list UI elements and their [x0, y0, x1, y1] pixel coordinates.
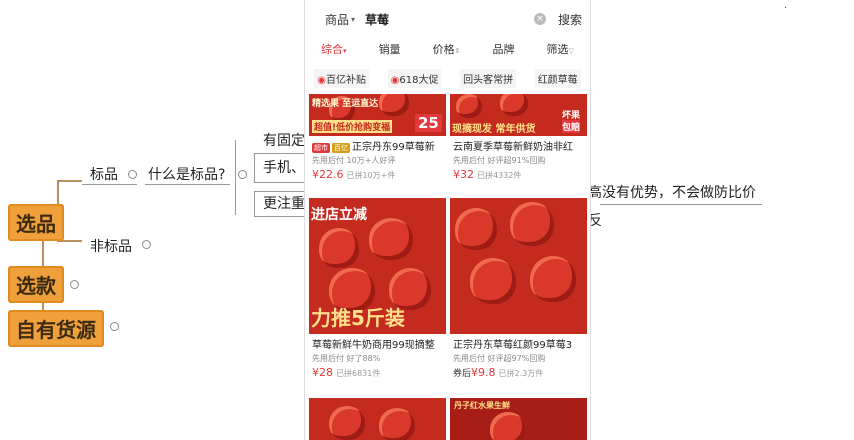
corner-mark: . — [784, 0, 788, 11]
product-meta: 先用后付 好评超91%回购 — [453, 156, 546, 165]
sub-node-3[interactable]: 更注重 — [254, 191, 310, 217]
sold-count: 已拼6831件 — [336, 369, 381, 378]
banner-text: 超值!低价抢购变福 — [312, 120, 393, 133]
product-price: 券后¥9.8 已拼2.3万件 — [453, 366, 544, 379]
product-card[interactable]: 坏果 包赔 现摘现发 常年供货 云南夏季草莓新鲜奶油非红 先用后付 好评超91%… — [450, 94, 587, 183]
connector-line — [145, 184, 230, 185]
badge-number: 25 — [415, 114, 442, 132]
tab-brand[interactable]: 品牌 — [493, 41, 515, 57]
product-title: 超市 百亿 正宗丹东99草莓新 — [312, 142, 435, 153]
chip-red-strawberry[interactable]: 红颜草莓 — [534, 68, 581, 88]
product-image: 精选果 至运直达 超值!低价抢购变福 25 — [309, 94, 446, 136]
sold-count: 已拼2.3万件 — [498, 369, 544, 378]
chip-618[interactable]: ◉618大促 — [387, 68, 442, 88]
product-meta: 先用后付 10万+人好评 — [312, 156, 396, 165]
product-image — [450, 198, 587, 334]
product-title: 正宗丹东草莓红颜99草莓3 — [453, 340, 573, 351]
sub-node-2[interactable]: 手机、 — [254, 153, 310, 183]
tab-price[interactable]: 价格⇕ — [433, 41, 461, 57]
sort-arrows-icon: ⇕ — [454, 47, 461, 55]
mindmap-node-own-supply[interactable]: 自有货源 — [8, 310, 104, 347]
collapse-dot[interactable] — [70, 280, 79, 289]
branch-nonstandard[interactable]: 非标品 — [90, 236, 132, 256]
product-price: ¥22.6 已拼10万+件 — [312, 168, 396, 181]
coupon-prefix: 券后 — [453, 369, 472, 379]
sort-tabs: 综合▾ 销量 价格⇕ 品牌 筛选▽ — [305, 38, 590, 60]
banner-text: 丹子红水果生鲜 — [454, 401, 510, 410]
product-card[interactable] — [309, 398, 446, 440]
product-card[interactable]: 丹子红水果生鲜 — [450, 398, 587, 440]
product-image — [309, 398, 446, 440]
banner-text: 力推5斤装 — [311, 306, 405, 330]
chip-repeat-buyers[interactable]: 回头客常拼 — [460, 68, 517, 88]
connector-line — [235, 140, 236, 215]
banner-text: 现摘现发 常年供货 — [452, 124, 536, 135]
mindmap-node-style[interactable]: 选款 — [8, 266, 64, 303]
question-text[interactable]: 什么是标品? — [148, 164, 225, 184]
product-meta: 先用后付 好了88% — [312, 354, 381, 363]
chevron-down-icon: ▾ — [351, 14, 356, 24]
tab-sales[interactable]: 销量 — [379, 41, 401, 57]
chevron-down-icon: ▾ — [343, 47, 347, 55]
collapse-dot[interactable] — [110, 322, 119, 331]
banner-text: 进店立减 — [311, 207, 367, 223]
product-card[interactable]: 正宗丹东草莓红颜99草莓3 先用后付 好评超97%回购 券后¥9.8 已拼2.3万… — [450, 198, 587, 381]
connector-line — [600, 204, 762, 205]
connector-line — [57, 180, 82, 182]
product-image: 丹子红水果生鲜 — [450, 398, 587, 440]
collapse-dot[interactable] — [238, 170, 247, 179]
search-bar: 商品 ▾ 草莓 × 搜索 — [305, 6, 590, 32]
subsidy-icon: ◉ — [317, 74, 327, 86]
chip-subsidy[interactable]: ◉百亿补贴 — [314, 68, 370, 88]
banner-text: 精选果 至运直达 — [312, 99, 379, 109]
tab-overall[interactable]: 综合▾ — [321, 41, 347, 57]
collapse-dot[interactable] — [128, 170, 137, 179]
phone-app-window: 商品 ▾ 草莓 × 搜索 综合▾ 销量 价格⇕ 品牌 筛选▽ ◉百亿补贴 ◉61… — [304, 0, 591, 440]
right-note-1[interactable]: 高没有优势，不会做防比价 — [588, 182, 756, 202]
branch-standard[interactable]: 标品 — [90, 164, 118, 184]
product-price: ¥32 已拼4332件 — [453, 168, 522, 181]
product-image: 进店立减 力推5斤装 — [309, 198, 446, 334]
sold-count: 已拼10万+件 — [346, 171, 396, 180]
product-price: ¥28 已拼6831件 — [312, 366, 381, 379]
sub-node-1[interactable]: 有固定 — [263, 130, 305, 150]
product-title: 云南夏季草莓新鲜奶油非红 — [453, 142, 573, 153]
search-category-select[interactable]: 商品 — [325, 11, 349, 28]
banner-text: 包赔 — [562, 120, 581, 133]
product-image: 坏果 包赔 现摘现发 常年供货 — [450, 94, 587, 136]
sold-count: 已拼4332件 — [477, 171, 522, 180]
product-card[interactable]: 精选果 至运直达 超值!低价抢购变福 25 超市 百亿 正宗丹东99草莓新 先用后付… — [309, 94, 446, 183]
tag-badge: 超市 — [312, 143, 330, 153]
connector-line — [82, 184, 137, 185]
search-input[interactable]: 草莓 — [365, 11, 534, 28]
product-card[interactable]: 进店立减 力推5斤装 草莓新鲜牛奶商用99现摘整 先用后付 好了88% ¥28 已… — [309, 198, 446, 381]
clear-icon[interactable]: × — [533, 13, 546, 25]
filter-icon: ▽ — [568, 47, 574, 55]
mindmap-node-selection[interactable]: 选品 — [8, 204, 64, 241]
product-title: 草莓新鲜牛奶商用99现摘整 — [312, 340, 435, 351]
filter-chips: ◉百亿补贴 ◉618大促 回头客常拼 红颜草莓 — [305, 68, 590, 88]
collapse-dot[interactable] — [142, 240, 151, 249]
search-button[interactable]: 搜索 — [558, 11, 582, 28]
tab-filter[interactable]: 筛选▽ — [547, 41, 574, 57]
product-meta: 先用后付 好评超97%回购 — [453, 354, 546, 363]
tag-badge: 百亿 — [332, 143, 350, 153]
